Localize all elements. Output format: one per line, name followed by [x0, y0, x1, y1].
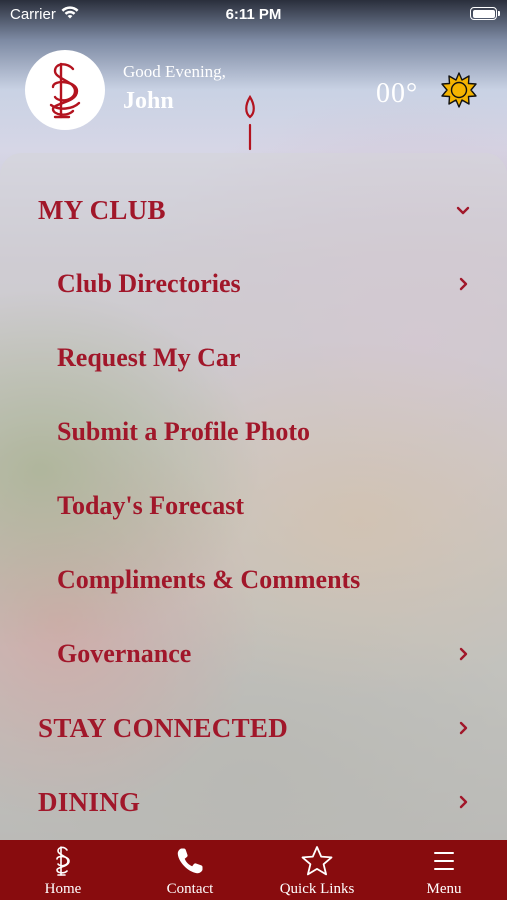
chevron-right-icon — [459, 795, 468, 809]
menu-panel: MY CLUB Club Directories Request My Car … — [0, 153, 507, 853]
chevron-right-icon — [459, 647, 468, 661]
status-time: 6:11 PM — [225, 6, 282, 23]
tab-menu[interactable]: Menu — [381, 840, 507, 900]
tab-home[interactable]: Home — [0, 840, 126, 900]
sun-icon[interactable] — [441, 72, 477, 108]
club-logo[interactable] — [25, 50, 105, 130]
hamburger-icon — [434, 852, 454, 870]
menu-section-label: STAY CONNECTED — [38, 712, 289, 743]
greeting-label: Good Evening, — [123, 62, 226, 81]
menu-section-stay-connected[interactable]: STAY CONNECTED — [0, 698, 507, 758]
chevron-right-icon — [459, 277, 468, 291]
phone-icon — [177, 848, 203, 874]
menu-item-request-my-car[interactable]: Request My Car — [0, 328, 507, 388]
menu-item-governance[interactable]: Governance — [0, 624, 507, 684]
menu-item-label: Compliments & Comments — [57, 565, 361, 594]
club-monogram-logo-icon — [49, 62, 81, 119]
user-name: John — [123, 88, 174, 114]
tab-label: Menu — [426, 881, 462, 897]
status-bar: Carrier 6:11 PM — [0, 0, 507, 30]
menu-section-label: MY CLUB — [38, 194, 166, 225]
menu-item-label: Request My Car — [57, 343, 241, 372]
club-monogram-icon — [56, 846, 70, 876]
candle-icon — [245, 95, 255, 151]
chevron-right-icon — [459, 721, 468, 735]
battery-icon — [470, 7, 500, 20]
chevron-down-icon — [456, 206, 470, 215]
menu-section-dining[interactable]: DINING — [0, 772, 507, 832]
menu-item-todays-forecast[interactable]: Today's Forecast — [0, 476, 507, 536]
menu-section-label: DINING — [38, 786, 141, 817]
tab-label: Quick Links — [279, 881, 355, 897]
menu-item-compliments-comments[interactable]: Compliments & Comments — [0, 550, 507, 610]
star-icon — [301, 846, 333, 876]
tab-label: Home — [44, 881, 82, 897]
menu-item-label: Today's Forecast — [57, 491, 245, 520]
menu-item-submit-profile-photo[interactable]: Submit a Profile Photo — [0, 402, 507, 462]
tab-bar: Home Contact Quick Links Menu — [0, 840, 507, 900]
temperature-readout: 00° — [376, 78, 419, 109]
tab-contact[interactable]: Contact — [127, 840, 253, 900]
menu-item-label: Submit a Profile Photo — [57, 417, 311, 446]
tab-quick-links[interactable]: Quick Links — [254, 840, 380, 900]
menu-item-label: Governance — [57, 639, 192, 668]
tab-label: Contact — [166, 881, 214, 897]
menu-item-club-directories[interactable]: Club Directories — [0, 254, 507, 314]
menu-item-label: Club Directories — [57, 269, 241, 298]
menu-section-my-club[interactable]: MY CLUB — [0, 180, 507, 240]
